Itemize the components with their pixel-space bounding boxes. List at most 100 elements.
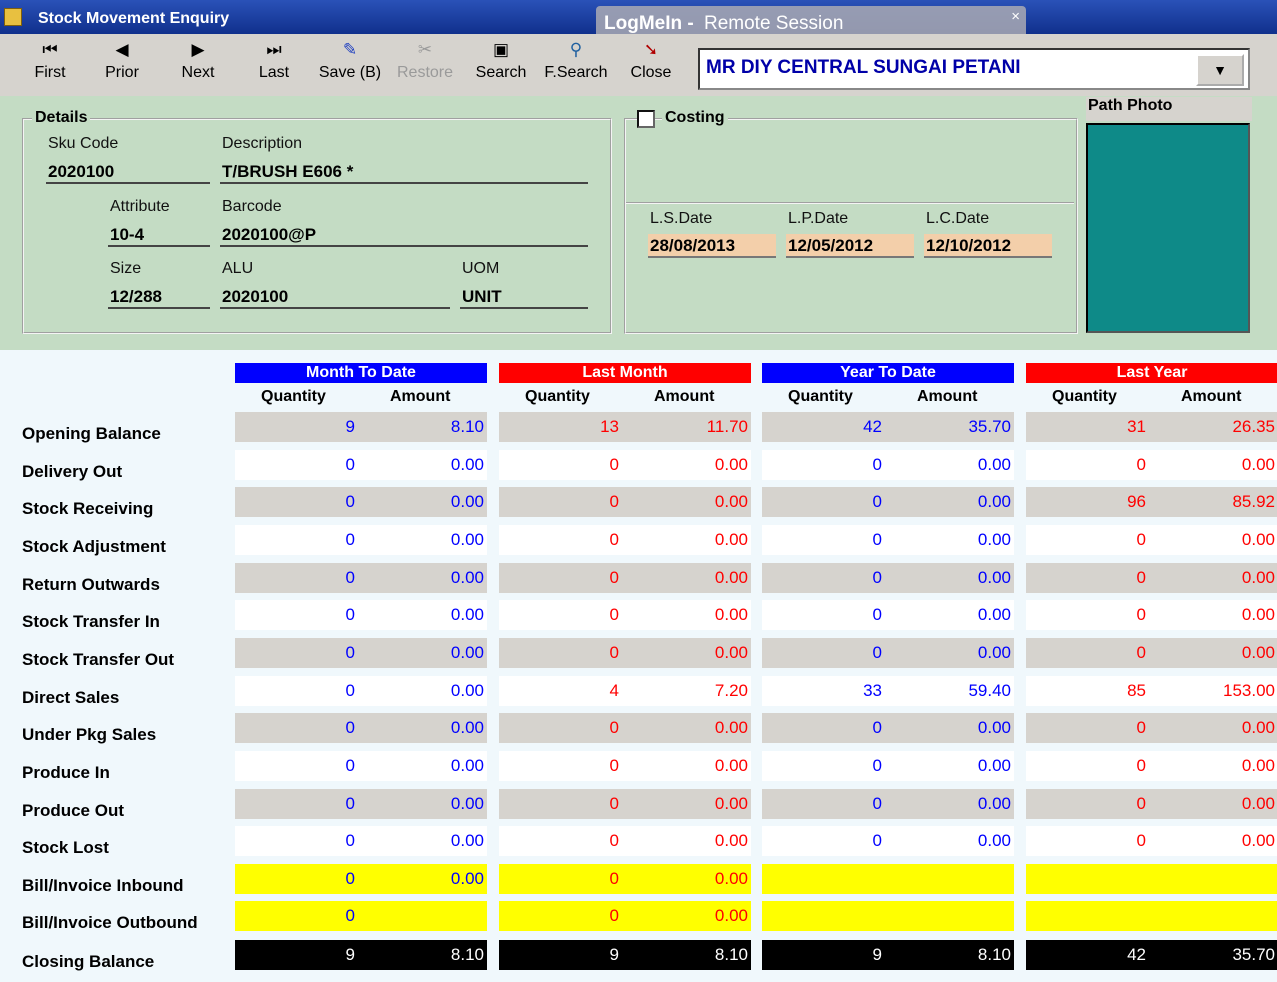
lp-date-label: L.P.Date [788, 210, 849, 227]
costing-checkbox[interactable] [637, 110, 655, 128]
amount-cell: 0.00 [361, 525, 487, 555]
row-label: Direct Sales [22, 688, 120, 707]
amount-cell: 0.00 [1152, 638, 1277, 668]
amount-cell: 0.00 [361, 563, 487, 593]
photo-box [1086, 123, 1250, 333]
amount-cell: 0.00 [888, 563, 1014, 593]
next-button[interactable]: ▶ Next [176, 36, 220, 94]
amount-cell: 26.35 [1152, 412, 1277, 442]
ls-date-field[interactable]: 28/08/2013 [648, 234, 776, 258]
close-button[interactable]: ➘ Close [628, 36, 674, 94]
closing-balance-label: Closing Balance [22, 952, 155, 971]
uom-field[interactable]: UNIT [460, 285, 588, 309]
sku-label: Sku Code [48, 135, 119, 152]
restore-icon: ✂ [417, 40, 433, 59]
ls-date-label: L.S.Date [650, 210, 713, 227]
amount-cell: 0.00 [1152, 563, 1277, 593]
amount-cell: 35.70 [888, 412, 1014, 442]
fsearch-button[interactable]: ⚲ F.Search [540, 36, 612, 94]
amount-cell: 0.00 [625, 751, 751, 781]
prior-button[interactable]: ◀ Prior [100, 36, 144, 94]
close-icon[interactable]: × [1011, 8, 1020, 25]
amount-cell: 0.00 [361, 638, 487, 668]
uom-label: UOM [462, 260, 500, 277]
row-label: Return Outwards [22, 575, 160, 594]
attribute-field[interactable]: 10-4 [108, 223, 210, 247]
last-button[interactable]: ⏭ Last [254, 36, 294, 94]
quantity-cell: 0 [235, 487, 361, 517]
next-icon: ▶ [191, 40, 205, 59]
quantity-cell: 0 [1026, 450, 1152, 480]
quantity-cell: 0 [499, 450, 625, 480]
quantity-cell: 0 [235, 826, 361, 856]
quantity-cell: 4 [499, 676, 625, 706]
amount-cell: 0.00 [361, 713, 487, 743]
amount-cell: 0.00 [1152, 713, 1277, 743]
amount-cell: 0.00 [888, 638, 1014, 668]
amount-cell: 11.70 [625, 412, 751, 442]
description-label: Description [222, 135, 303, 152]
app-icon [4, 8, 22, 26]
quantity-cell: 0 [499, 638, 625, 668]
first-icon: ⏮ [42, 40, 58, 59]
quantity-cell: 0 [499, 600, 625, 630]
amount-cell: 0.00 [361, 487, 487, 517]
barcode-label: Barcode [222, 198, 282, 215]
attribute-label: Attribute [110, 198, 170, 215]
quantity-cell: 0 [499, 826, 625, 856]
amount-cell: 0.00 [888, 826, 1014, 856]
row-label: Bill/Invoice Outbound [22, 913, 198, 932]
quantity-cell: 0 [235, 789, 361, 819]
prior-icon: ◀ [115, 40, 129, 59]
row-label: Produce Out [22, 801, 125, 820]
quantity-cell: 0 [762, 600, 888, 630]
amount-cell: 0.00 [888, 600, 1014, 630]
amount-header: Amount [654, 388, 715, 405]
quantity-cell: 0 [1026, 600, 1152, 630]
store-select[interactable]: MR DIY CENTRAL SUNGAI PETANI ▼ [698, 48, 1250, 90]
amount-cell: 0.00 [888, 525, 1014, 555]
amount-cell: 0.00 [888, 450, 1014, 480]
amount-cell: 0.00 [888, 487, 1014, 517]
size-field[interactable]: 12/288 [108, 285, 210, 309]
lc-date-field[interactable]: 12/10/2012 [924, 234, 1052, 258]
quantity-cell: 0 [762, 638, 888, 668]
chevron-down-icon[interactable]: ▼ [1196, 54, 1244, 86]
amount-cell: 0.00 [361, 789, 487, 819]
quantity-cell: 0 [235, 676, 361, 706]
search-button[interactable]: ▣ Search [472, 36, 530, 94]
first-button[interactable]: ⏮ First [30, 36, 70, 94]
details-title: Details [32, 109, 91, 127]
row-label: Stock Adjustment [22, 537, 166, 556]
alu-field[interactable]: 2020100 [220, 285, 450, 309]
barcode-field[interactable]: 2020100@P [220, 223, 588, 247]
amount-cell [888, 864, 1014, 894]
description-field[interactable]: T/BRUSH E606 * [220, 160, 588, 184]
amount-cell: 0.00 [361, 826, 487, 856]
lp-date-field[interactable]: 12/05/2012 [786, 234, 914, 258]
amount-cell: 153.00 [1152, 676, 1277, 706]
quantity-header: Quantity [261, 388, 326, 405]
amount-cell: 0.00 [625, 901, 751, 931]
restore-button[interactable]: ✂ Restore [392, 36, 458, 94]
save-button[interactable]: ✎ Save (B) [314, 36, 386, 94]
quantity-cell: 0 [762, 563, 888, 593]
quantity-cell: 0 [762, 789, 888, 819]
row-label: Opening Balance [22, 424, 161, 443]
sku-field[interactable]: 2020100 [46, 160, 210, 184]
quantity-cell: 0 [235, 450, 361, 480]
fsearch-icon: ⚲ [569, 40, 583, 59]
quantity-cell: 0 [762, 826, 888, 856]
closing-quantity-cell: 9 [762, 940, 888, 970]
amount-cell: 8.10 [361, 412, 487, 442]
amount-cell: 0.00 [888, 713, 1014, 743]
quantity-cell: 0 [235, 901, 361, 931]
row-label: Under Pkg Sales [22, 725, 157, 744]
quantity-cell: 96 [1026, 487, 1152, 517]
quantity-header: Quantity [1052, 388, 1117, 405]
amount-cell [361, 901, 487, 931]
quantity-cell: 0 [1026, 713, 1152, 743]
size-label: Size [110, 260, 142, 277]
group-header: Last Month [499, 363, 751, 383]
quantity-cell: 0 [499, 525, 625, 555]
